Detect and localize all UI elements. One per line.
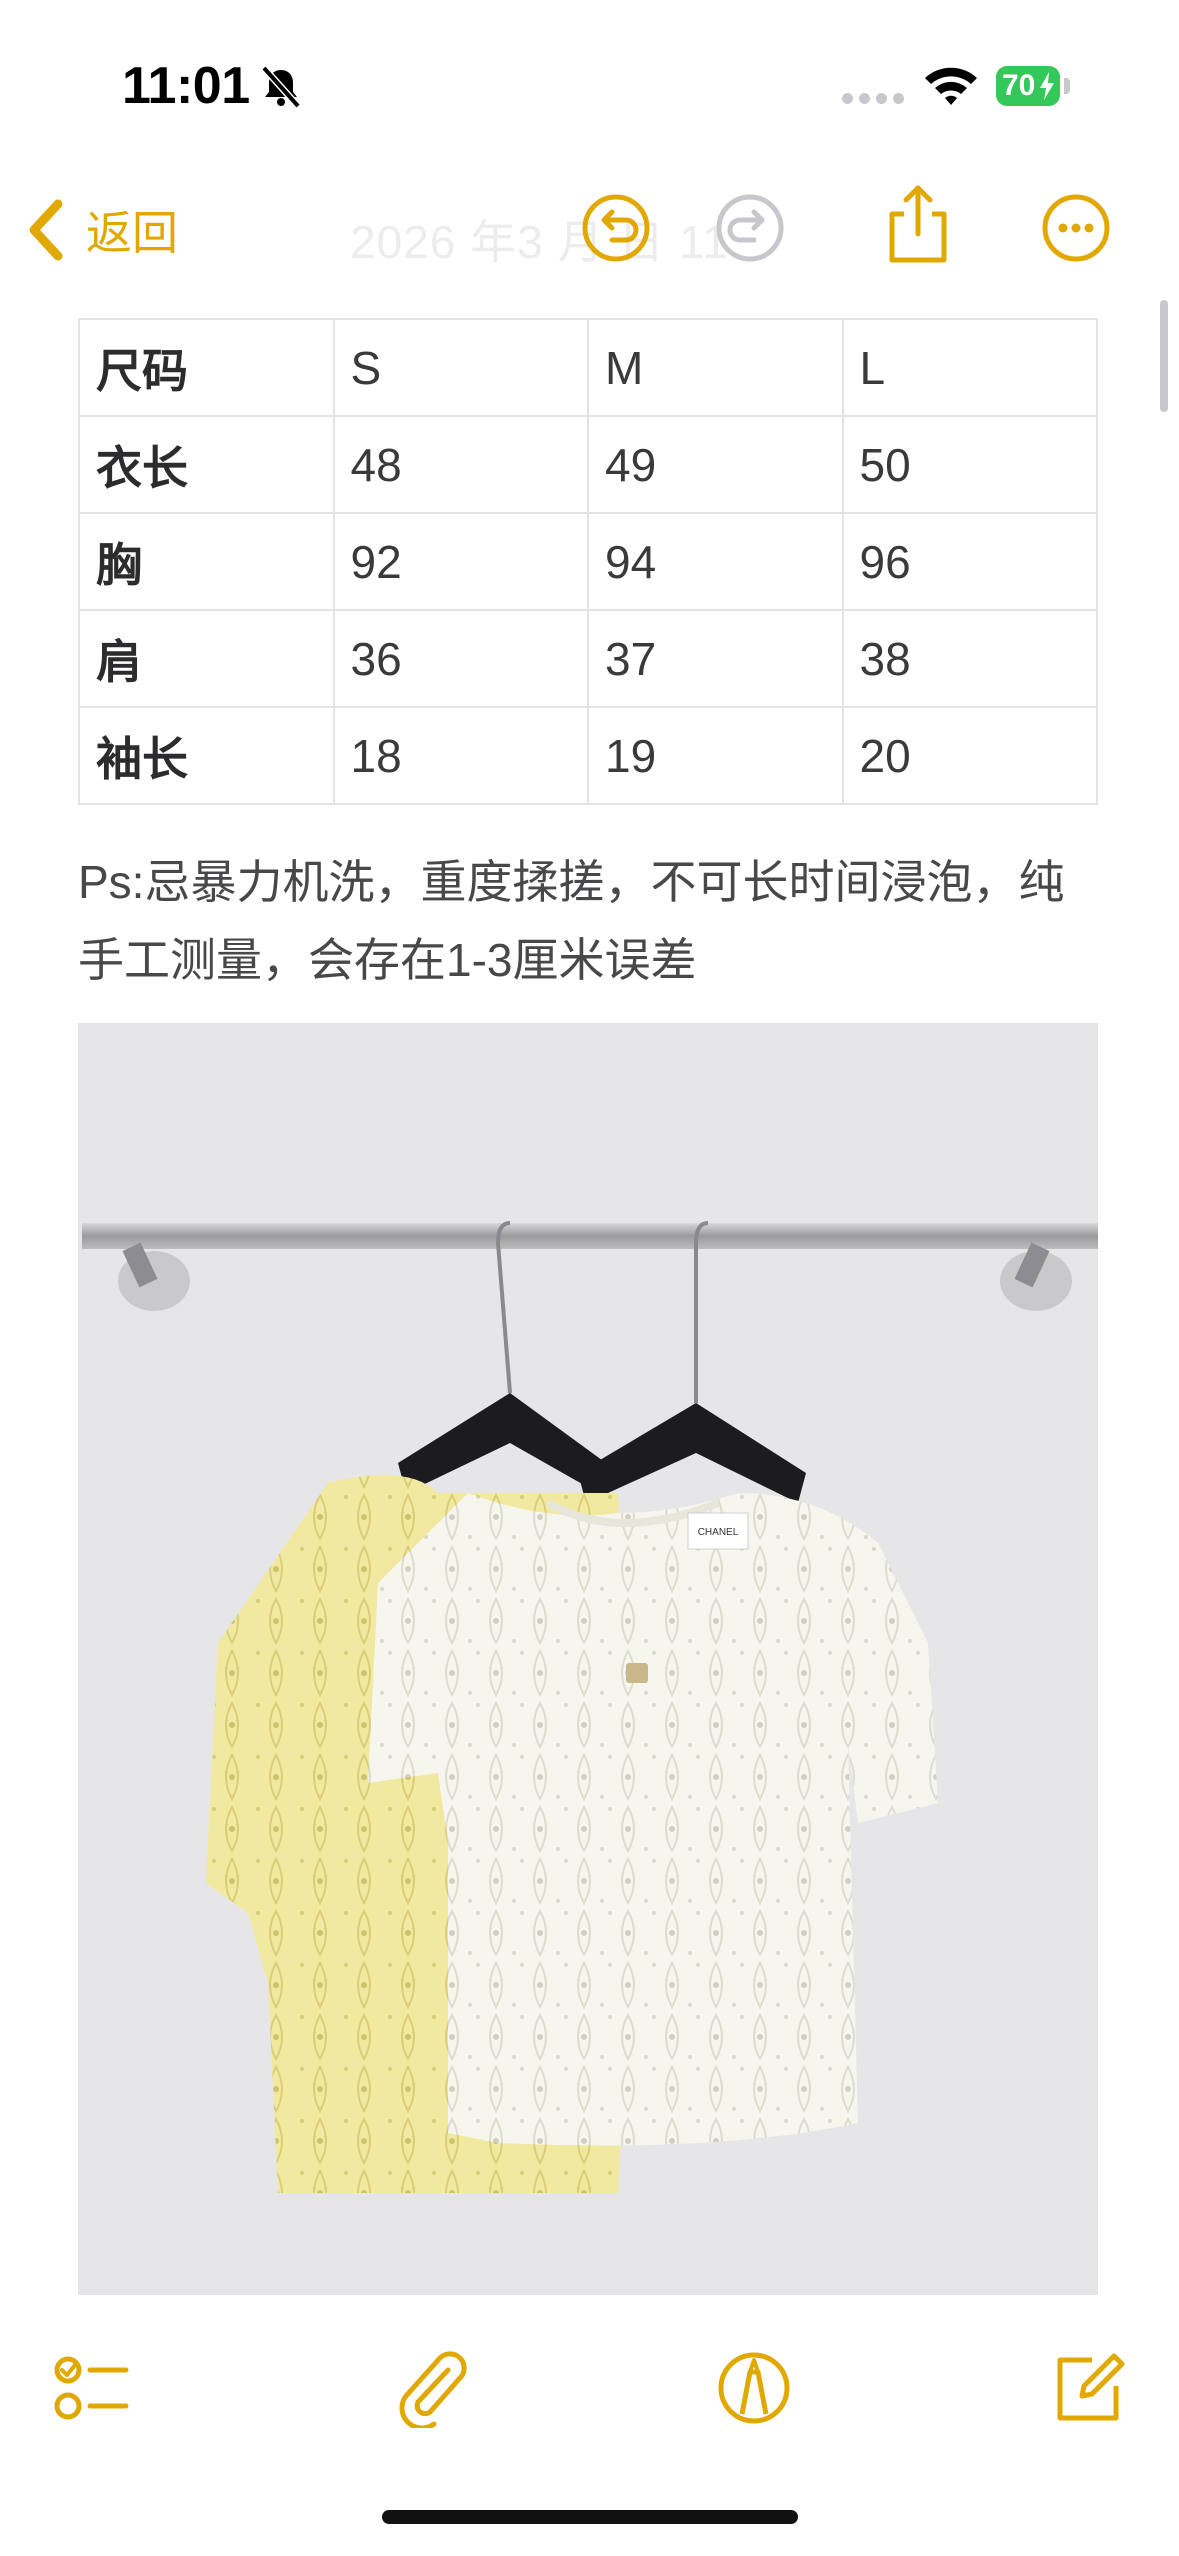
table-cell[interactable]: 19 — [587, 706, 844, 805]
table-cell[interactable]: L — [841, 318, 1098, 417]
battery-cap — [1064, 78, 1070, 94]
checklist-icon[interactable] — [52, 2348, 132, 2428]
note-body[interactable]: 尺码 S M L 衣长 48 49 50 胸 92 94 96 肩 36 37 38 袖长 18 19 20 Ps:忌… — [78, 318, 1098, 2295]
table-cell[interactable]: 92 — [332, 512, 589, 611]
table-cell[interactable]: 20 — [841, 706, 1098, 805]
table-row-header[interactable]: 袖长 — [78, 706, 335, 805]
table-cell[interactable]: 37 — [587, 609, 844, 708]
markup-pen-icon[interactable] — [714, 2348, 794, 2428]
bottom-toolbar — [0, 2300, 1179, 2470]
table-row-header[interactable]: 尺码 — [78, 318, 335, 417]
table-row: 胸 92 94 96 — [78, 512, 1098, 611]
battery-charging-icon: 70 — [996, 66, 1060, 106]
home-indicator[interactable] — [382, 2510, 798, 2524]
table-cell[interactable]: 96 — [841, 512, 1098, 611]
paperclip-icon[interactable] — [390, 2348, 470, 2428]
table-row-header[interactable]: 衣长 — [78, 415, 335, 514]
table-cell[interactable]: 50 — [841, 415, 1098, 514]
care-note[interactable]: Ps:忌暴力机洗，重度揉搓，不可长时间浸泡，纯手工测量，会存在1-3厘米误差 — [78, 843, 1078, 999]
wifi-icon — [925, 67, 977, 105]
scroll-indicator[interactable] — [1160, 300, 1168, 412]
status-time: 11:01 — [122, 57, 250, 115]
table-row: 衣长 48 49 50 — [78, 415, 1098, 514]
product-photo-illustration: CHANEL — [78, 1023, 1098, 2295]
more-icon[interactable] — [1038, 190, 1114, 266]
table-row: 肩 36 37 38 — [78, 609, 1098, 708]
status-bar: 11:01 70 — [0, 0, 1179, 150]
table-cell[interactable]: 48 — [332, 415, 589, 514]
battery-level: 70 — [1002, 69, 1036, 102]
size-table[interactable]: 尺码 S M L 衣长 48 49 50 胸 92 94 96 肩 36 37 38 袖长 18 19 20 — [78, 318, 1098, 805]
note-date-title: 2026 年3 月 日 11 — [350, 216, 729, 268]
compose-icon[interactable] — [1048, 2348, 1128, 2428]
cellular-signal-icon — [842, 93, 904, 105]
redo-icon[interactable] — [712, 190, 788, 266]
back-label: 返回 — [86, 207, 178, 259]
garment-tag-text: CHANEL — [698, 1527, 739, 1538]
table-cell[interactable]: 94 — [587, 512, 844, 611]
product-photo[interactable]: CHANEL — [78, 1023, 1098, 2295]
back-button[interactable]: 返回 — [24, 194, 178, 266]
table-cell[interactable]: S — [332, 318, 589, 417]
table-row-header[interactable]: 胸 — [78, 512, 335, 611]
table-cell[interactable]: 49 — [587, 415, 844, 514]
table-cell[interactable]: 18 — [332, 706, 589, 805]
table-cell[interactable]: M — [587, 318, 844, 417]
nav-bar: 返回 2026 年3 月 日 11 — [0, 150, 1179, 310]
table-cell[interactable]: 36 — [332, 609, 589, 708]
table-cell[interactable]: 38 — [841, 609, 1098, 708]
share-icon[interactable] — [880, 182, 956, 266]
undo-icon[interactable] — [578, 190, 654, 266]
table-row: 袖长 18 19 20 — [78, 706, 1098, 805]
bell-slash-icon — [261, 65, 301, 109]
table-row-header[interactable]: 肩 — [78, 609, 335, 708]
chevron-left-icon — [29, 199, 63, 261]
table-row: 尺码 S M L — [78, 318, 1098, 417]
